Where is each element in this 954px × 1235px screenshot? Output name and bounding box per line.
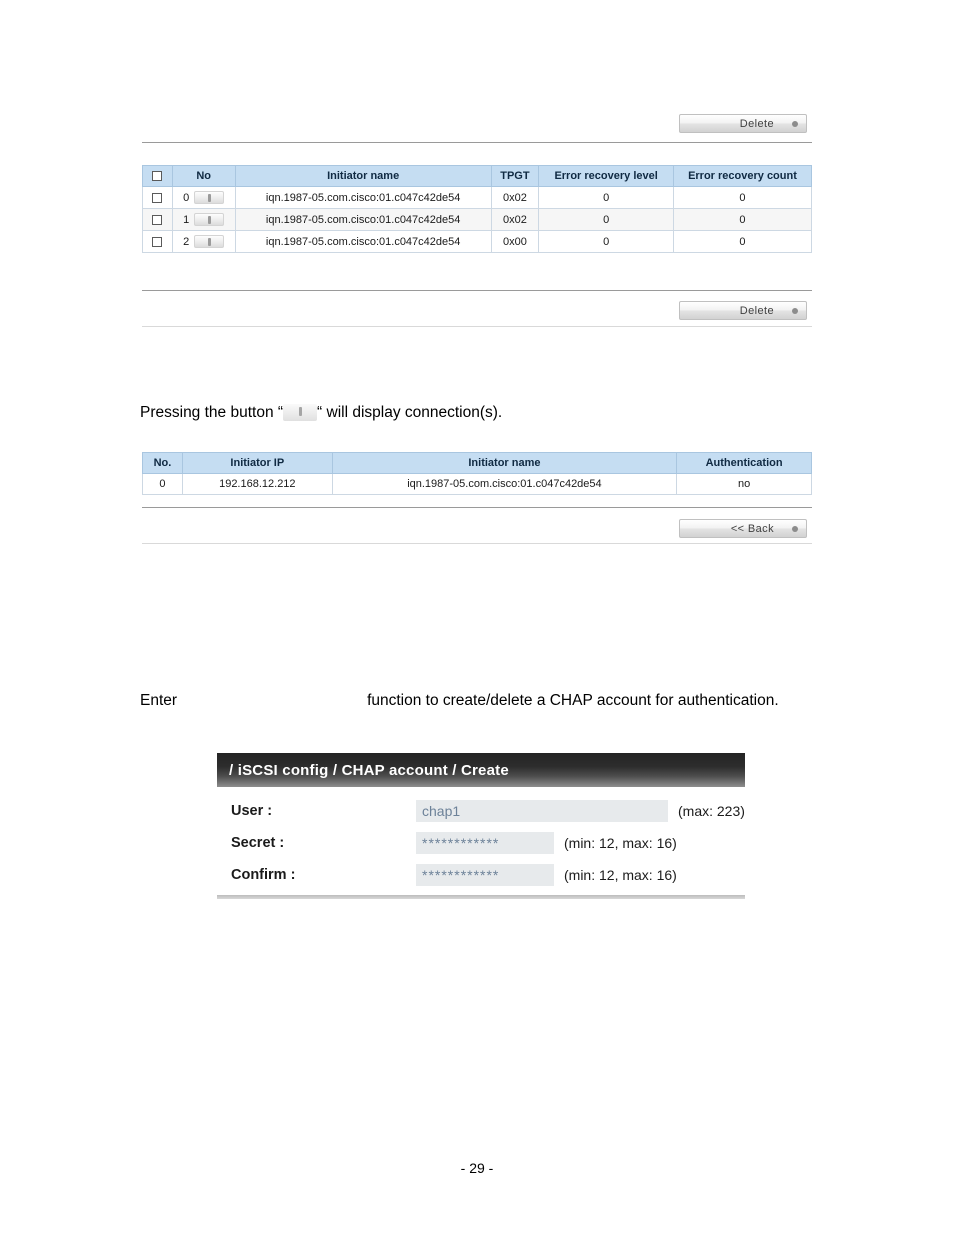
checkbox-icon[interactable] [152, 192, 163, 203]
delete-button-bottom[interactable]: Delete [679, 301, 807, 320]
show-connections-button[interactable] [194, 191, 225, 204]
row-no-cell: 0 [171, 186, 236, 209]
row-initiator-name: iqn.1987-05.com.cisco:01.c047c42de54 [234, 230, 492, 253]
connection-row-initiator-ip: 192.168.12.212 [181, 473, 333, 495]
chap-intro-paragraph-rest: function to create/delete a CHAP account… [367, 692, 779, 709]
table-row: 2 iqn.1987-05.com.cisco:01.c047c42de54 0… [142, 230, 813, 253]
session-error-recovery-level-header: Error recovery level [538, 165, 674, 187]
secret-field[interactable] [416, 832, 554, 854]
connection-row-authentication: no [676, 473, 812, 495]
bar-icon [207, 215, 211, 224]
connection-row-no: 0 [142, 473, 183, 495]
row-no-label: 2 [183, 235, 190, 248]
table-row: 0 192.168.12.212 iqn.1987-05.com.cisco:0… [142, 473, 812, 495]
checkbox-icon[interactable] [152, 171, 163, 182]
table-row: 1 iqn.1987-05.com.cisco:01.c047c42de54 0… [142, 208, 813, 231]
connection-initiator-name-header: Initiator name [331, 452, 678, 474]
chap-intro-paragraph: Enter function to create/delete a CHAP ac… [140, 690, 816, 712]
delete-button-top[interactable]: Delete [679, 114, 807, 133]
dialog-title-text: / iSCSI config / CHAP account / Create [229, 761, 509, 779]
page-number: - 29 - [460, 1160, 494, 1176]
table-row: 0 iqn.1987-05.com.cisco:01.c047c42de54 0… [142, 186, 813, 209]
pressing-button-paragraph-prefix: Pressing the button “ [140, 404, 284, 421]
chap-intro-paragraph-start: Enter [140, 692, 178, 709]
user-field-hint: (max: 223) [678, 803, 745, 819]
row-error-recovery-count: 0 [672, 230, 813, 253]
dialog-body: User : (max: 223) Secret : (min: 12, max… [217, 787, 745, 905]
row-no-label: 1 [183, 213, 190, 226]
confirm-field[interactable] [416, 864, 554, 886]
connection-table-body: 0 192.168.12.212 iqn.1987-05.com.cisco:0… [142, 473, 812, 495]
session-select-all-header[interactable] [142, 165, 173, 187]
rule-below-session-table [142, 290, 812, 291]
row-error-recovery-level: 0 [538, 230, 674, 253]
connection-initiator-ip-header: Initiator IP [181, 452, 333, 474]
rule-connection-section-end [142, 543, 812, 544]
pressing-button-paragraph: Pressing the button “ “ will display conn… [140, 402, 840, 424]
dialog-title-bar: / iSCSI config / CHAP account / Create [217, 753, 745, 787]
checkbox-icon[interactable] [152, 236, 163, 247]
back-button-label: << Back [730, 522, 774, 535]
show-connections-button[interactable] [194, 213, 225, 226]
connection-row-initiator-name: iqn.1987-05.com.cisco:01.c047c42de54 [331, 473, 678, 495]
form-row-user: User : (max: 223) [217, 795, 745, 827]
connection-table-header-row: No. Initiator IP Initiator name Authenti… [142, 452, 812, 474]
row-tpgt: 0x02 [490, 186, 540, 209]
row-no-cell: 2 [171, 230, 236, 253]
delete-button-bottom-label: Delete [739, 304, 774, 317]
row-select-cell[interactable] [142, 230, 173, 253]
row-select-cell[interactable] [142, 186, 173, 209]
dot-icon [792, 307, 798, 314]
session-table: No Initiator name TPGT Error recovery le… [142, 165, 813, 253]
user-field[interactable] [416, 800, 668, 822]
form-row-secret: Secret : (min: 12, max: 16) [217, 827, 745, 859]
session-error-recovery-count-header: Error recovery count [672, 165, 813, 187]
checkbox-icon[interactable] [152, 214, 163, 225]
row-tpgt: 0x02 [490, 208, 540, 231]
connection-authentication-header: Authentication [676, 452, 812, 474]
session-tpgt-header: TPGT [490, 165, 540, 187]
session-no-header: No [171, 165, 236, 187]
pressing-button-paragraph-suffix: “ will display connection(s). [317, 404, 503, 421]
row-tpgt: 0x00 [490, 230, 540, 253]
row-no-label: 0 [183, 191, 190, 204]
row-no-cell: 1 [171, 208, 236, 231]
rule-above-session-table [142, 142, 812, 143]
rule-above-back-button [142, 507, 812, 508]
chap-account-create-dialog: / iSCSI config / CHAP account / Create U… [217, 753, 745, 905]
row-initiator-name: iqn.1987-05.com.cisco:01.c047c42de54 [234, 186, 492, 209]
form-row-confirm: Confirm : (min: 12, max: 16) [217, 859, 745, 891]
row-initiator-name: iqn.1987-05.com.cisco:01.c047c42de54 [234, 208, 492, 231]
row-error-recovery-level: 0 [538, 208, 674, 231]
row-error-recovery-count: 0 [672, 208, 813, 231]
session-initiator-name-header: Initiator name [234, 165, 492, 187]
back-button[interactable]: << Back [679, 519, 807, 538]
dot-icon [792, 525, 798, 532]
rule-section-end [142, 326, 812, 327]
session-table-body: 0 iqn.1987-05.com.cisco:01.c047c42de54 0… [142, 186, 813, 253]
connection-table-head: No. Initiator IP Initiator name Authenti… [142, 452, 812, 474]
bar-icon [207, 193, 211, 202]
row-error-recovery-level: 0 [538, 186, 674, 209]
confirm-field-label: Confirm : [231, 867, 296, 883]
inline-show-connections-button-image [283, 404, 318, 421]
secret-field-hint: (min: 12, max: 16) [564, 835, 677, 851]
session-table-head: No Initiator name TPGT Error recovery le… [142, 165, 813, 187]
connection-table: No. Initiator IP Initiator name Authenti… [142, 452, 812, 495]
session-table-header-row: No Initiator name TPGT Error recovery le… [142, 165, 813, 187]
row-error-recovery-count: 0 [672, 186, 813, 209]
bar-icon [207, 237, 211, 246]
row-select-cell[interactable] [142, 208, 173, 231]
document-page: Delete No Initiator name TPGT Error reco… [0, 0, 954, 1235]
confirm-field-hint: (min: 12, max: 16) [564, 867, 677, 883]
dialog-footer-rule [217, 895, 745, 899]
show-connections-button[interactable] [194, 235, 225, 248]
delete-button-top-label: Delete [739, 117, 774, 130]
secret-field-label: Secret : [231, 835, 285, 851]
user-field-label: User : [231, 803, 273, 819]
connection-no-header: No. [142, 452, 183, 474]
dot-icon [792, 120, 798, 127]
